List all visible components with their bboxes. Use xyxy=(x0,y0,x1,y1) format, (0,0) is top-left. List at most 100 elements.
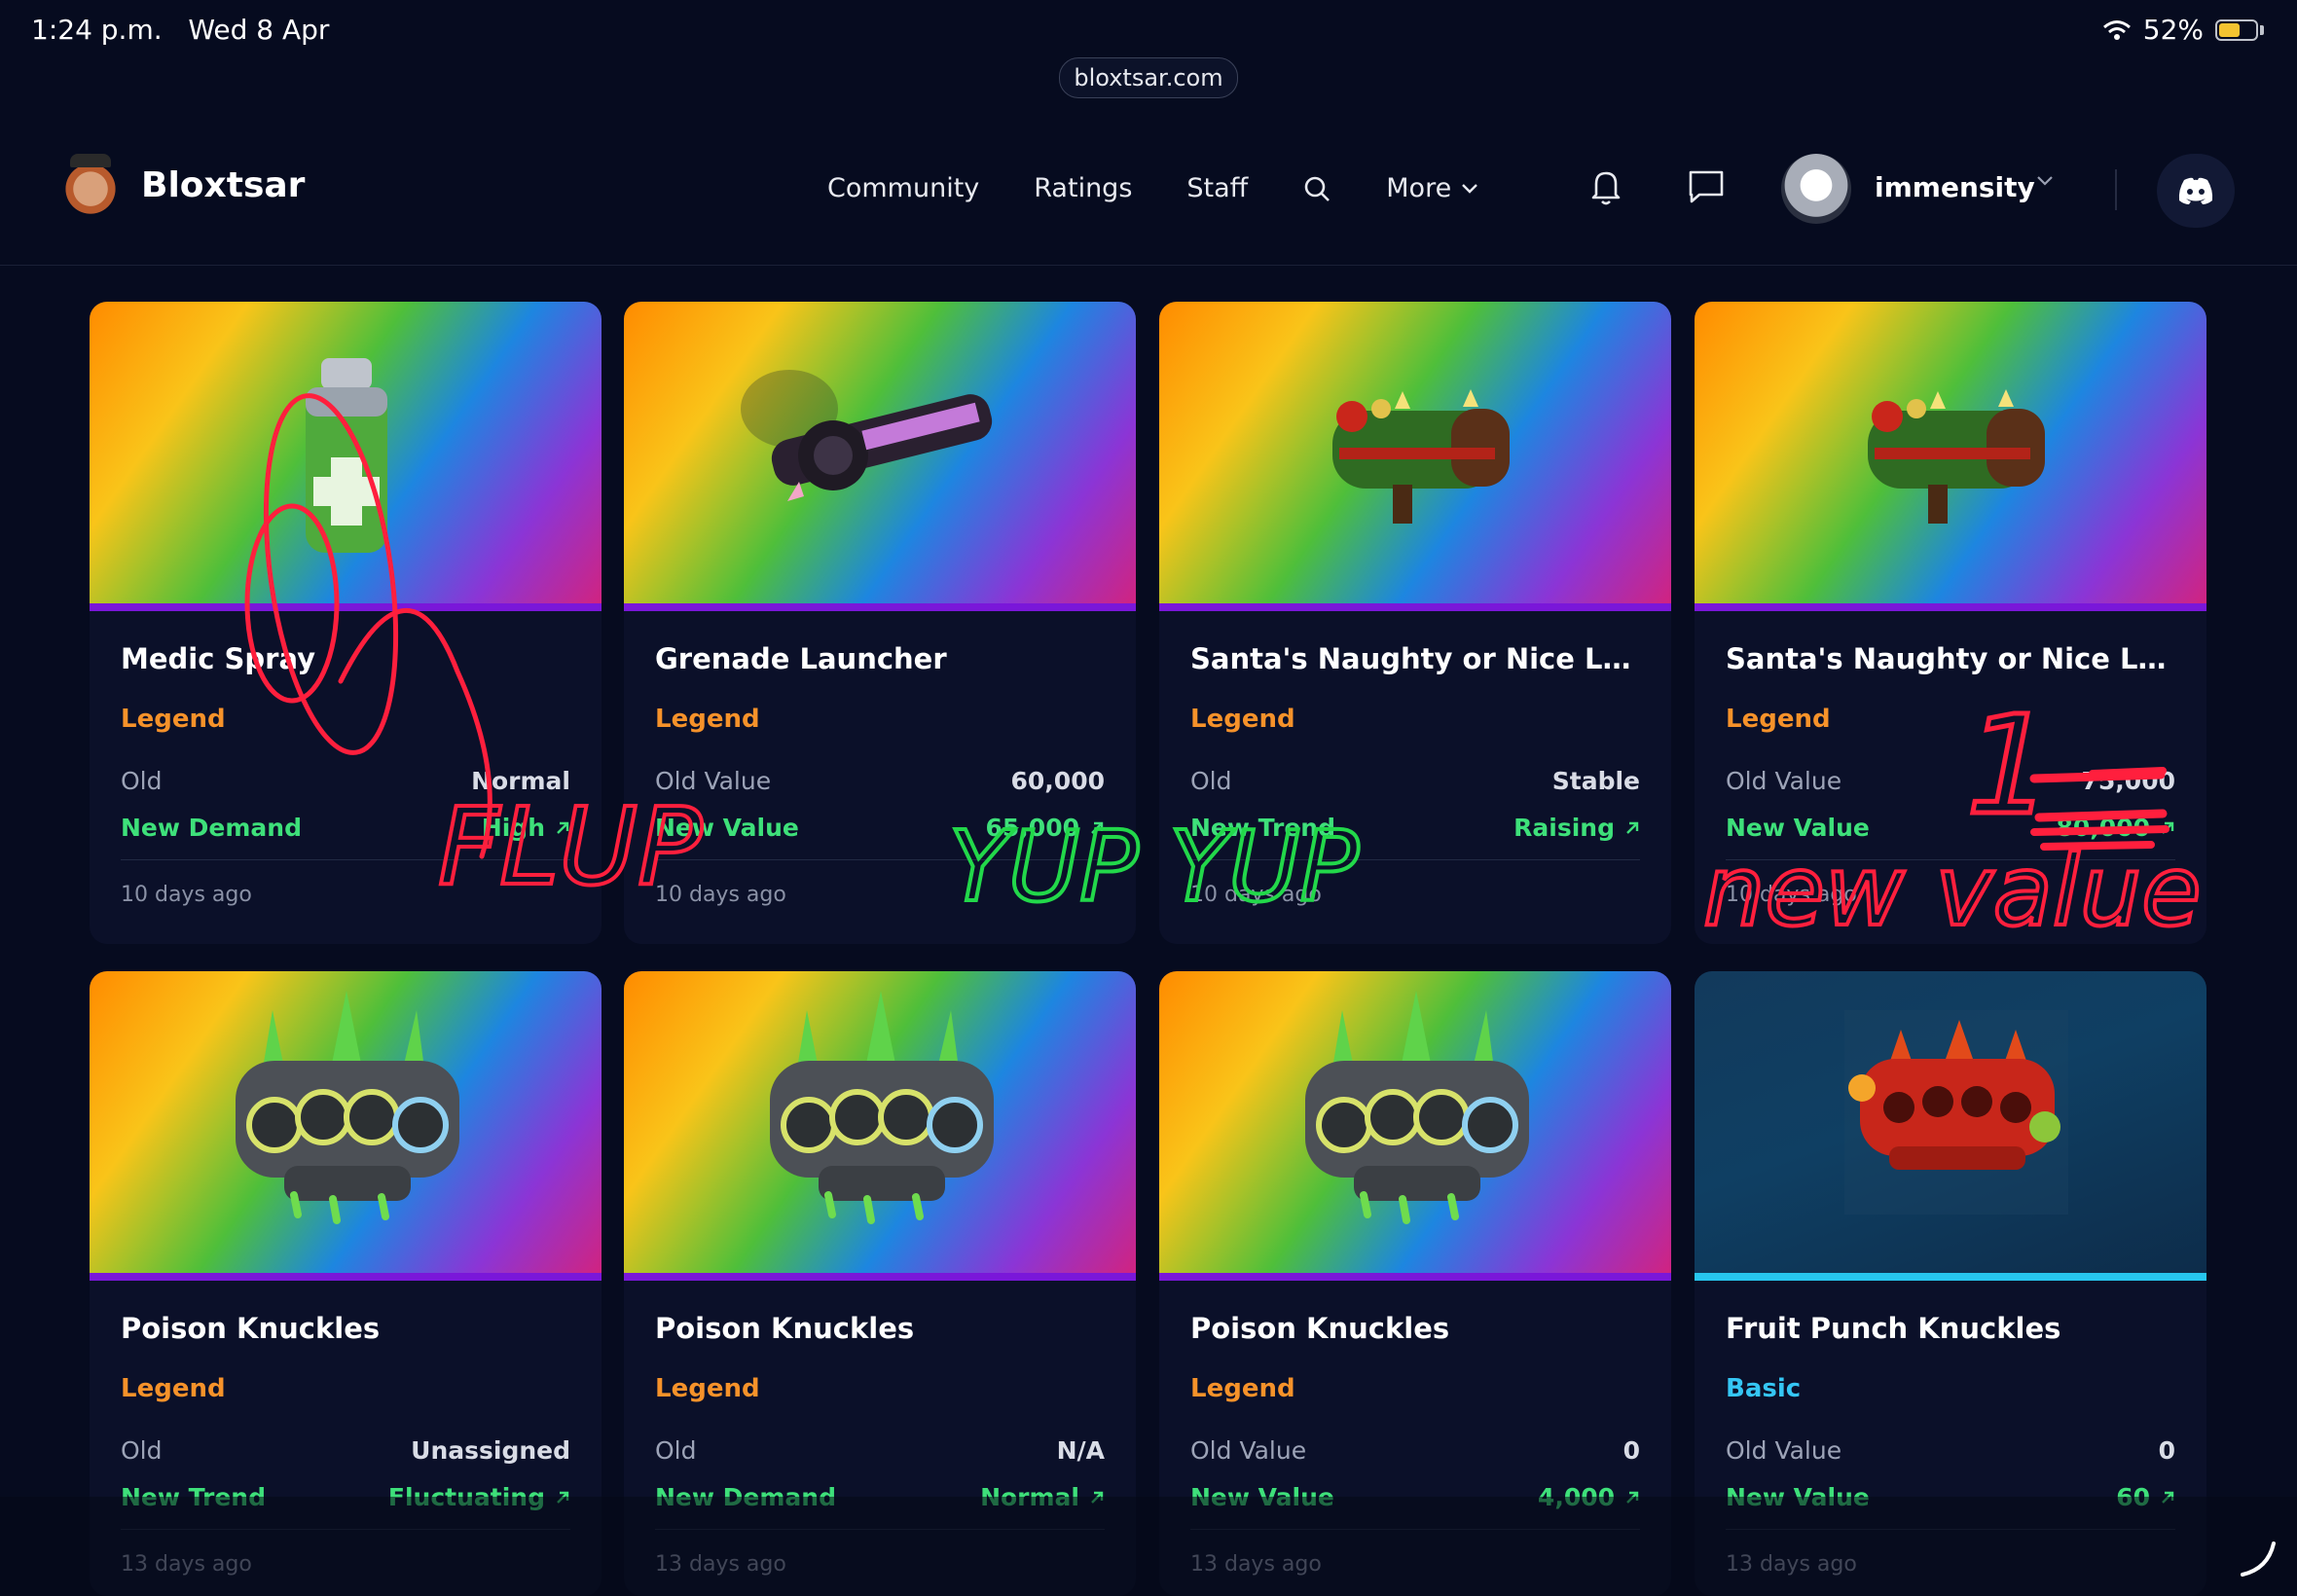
rating-card[interactable]: Fruit Punch Knuckles Basic Old Value 0 New V… xyxy=(1695,971,2206,1596)
rarity-bar xyxy=(1159,603,1671,611)
rarity-bar xyxy=(624,1273,1136,1281)
rarity-label: Legend xyxy=(655,705,760,734)
card-divider xyxy=(1190,859,1640,860)
item-title: Santa's Naughty or Nice Launc... xyxy=(1726,642,2175,675)
scroll-handle-icon[interactable] xyxy=(2239,1540,2278,1578)
new-row: New Demand High xyxy=(121,814,570,842)
new-label: New Value xyxy=(655,814,799,842)
wifi-icon xyxy=(2102,19,2131,40)
old-label: Old Value xyxy=(655,767,772,795)
rating-card[interactable]: Grenade Launcher Legend Old Value 60,000 New… xyxy=(624,302,1136,944)
new-row: New Value 80,000 xyxy=(1726,814,2175,842)
new-value-text: 80,000 xyxy=(2056,814,2150,842)
arrow-up-right-icon xyxy=(2162,1491,2174,1504)
old-row: Old Value 0 xyxy=(1726,1436,2175,1465)
item-image xyxy=(1159,971,1671,1276)
new-value: Raising xyxy=(1513,814,1640,842)
card-divider xyxy=(1726,859,2175,860)
arrow-up-right-icon xyxy=(1626,1491,1639,1504)
old-row: Old Stable xyxy=(1190,767,1640,795)
new-label: New Value xyxy=(1190,1483,1334,1511)
old-label: Old xyxy=(121,767,163,795)
logo-hat xyxy=(70,154,111,167)
user-avatar[interactable] xyxy=(1781,154,1851,224)
timestamp: 13 days ago xyxy=(1726,1552,1857,1577)
new-value: 80,000 xyxy=(2057,814,2175,842)
item-image xyxy=(90,302,602,606)
more-menu[interactable]: More xyxy=(1386,173,1478,203)
new-row: New Value 60 xyxy=(1726,1483,2175,1511)
old-label: Old Value xyxy=(1726,767,1842,795)
rating-card[interactable]: Santa's Naughty or Nice Launc... Legend Ol… xyxy=(1695,302,2206,944)
rating-card[interactable]: Santa's Naughty or Nice Launc... Legend Ol… xyxy=(1159,302,1671,944)
status-time: 1:24 p.m. Wed 8 Apr xyxy=(31,14,329,46)
rating-card[interactable]: Poison Knuckles Legend Old N/A New Demand Nor… xyxy=(624,971,1136,1596)
card-divider xyxy=(655,1529,1105,1530)
clock-time: 1:24 p.m. xyxy=(31,14,163,46)
old-row: Old N/A xyxy=(655,1436,1105,1465)
item-image xyxy=(624,302,1136,606)
old-value: Normal xyxy=(471,767,570,795)
new-label: New Trend xyxy=(1190,814,1335,842)
new-label: New Value xyxy=(1726,1483,1870,1511)
arrow-up-right-icon xyxy=(1091,821,1104,834)
new-value-text: Normal xyxy=(980,1483,1079,1511)
new-row: New Demand Normal xyxy=(655,1483,1105,1511)
rarity-label: Legend xyxy=(121,1374,226,1403)
item-image xyxy=(1695,302,2206,606)
new-value-text: 4,000 xyxy=(1537,1483,1615,1511)
rarity-label: Legend xyxy=(1190,1374,1295,1403)
rarity-bar xyxy=(1695,1273,2206,1281)
arrow-up-right-icon xyxy=(557,1491,569,1504)
item-image xyxy=(624,971,1136,1276)
new-label: New Trend xyxy=(121,1483,266,1511)
rating-card[interactable]: Poison Knuckles Legend Old Unassigned New Tr… xyxy=(90,971,602,1596)
old-label: Old Value xyxy=(1190,1436,1307,1465)
site-header: Bloxtsar Community Ratings Staff More im… xyxy=(0,117,2297,266)
more-label: More xyxy=(1386,173,1452,203)
url-bar[interactable]: bloxtsar.com xyxy=(1059,57,1238,98)
rating-card[interactable]: Poison Knuckles Legend Old Value 0 New Value… xyxy=(1159,971,1671,1596)
new-value-text: Fluctuating xyxy=(387,1483,545,1511)
new-value: Normal xyxy=(980,1483,1105,1511)
rarity-label: Legend xyxy=(1190,705,1295,734)
discord-icon xyxy=(2178,177,2213,204)
timestamp: 13 days ago xyxy=(121,1552,252,1577)
new-value-text: High xyxy=(481,814,545,842)
new-label: New Demand xyxy=(655,1483,836,1511)
chevron-down-icon xyxy=(1462,183,1478,194)
item-title: Medic Spray xyxy=(121,642,316,675)
rarity-bar xyxy=(90,1273,602,1281)
card-divider xyxy=(121,859,570,860)
nav-staff[interactable]: Staff xyxy=(1186,173,1248,203)
item-image xyxy=(1695,971,2206,1276)
username[interactable]: immensity xyxy=(1875,171,2035,203)
timestamp: 13 days ago xyxy=(655,1552,786,1577)
discord-button[interactable] xyxy=(2157,154,2235,228)
chevron-down-icon[interactable] xyxy=(2036,175,2054,187)
new-value: 60 xyxy=(2116,1483,2175,1511)
brand-name[interactable]: Bloxtsar xyxy=(141,165,305,205)
nav-ratings[interactable]: Ratings xyxy=(1034,173,1132,203)
rarity-label: Legend xyxy=(655,1374,760,1403)
old-value: 75,000 xyxy=(2081,767,2175,795)
item-title: Santa's Naughty or Nice Launc... xyxy=(1190,642,1640,675)
item-title: Fruit Punch Knuckles xyxy=(1726,1312,2061,1345)
old-value: Unassigned xyxy=(411,1436,570,1465)
nav-community[interactable]: Community xyxy=(827,173,979,203)
status-bar: 1:24 p.m. Wed 8 Apr 52% xyxy=(0,0,2297,60)
card-divider xyxy=(1190,1529,1640,1530)
timestamp: 10 days ago xyxy=(1726,883,1857,907)
new-label: New Demand xyxy=(121,814,302,842)
bell-icon[interactable] xyxy=(1588,167,1623,206)
old-row: Old Value 60,000 xyxy=(655,767,1105,795)
new-value-text: 65,000 xyxy=(985,814,1079,842)
rarity-bar xyxy=(624,603,1136,611)
search-icon[interactable] xyxy=(1302,174,1331,203)
chat-icon[interactable] xyxy=(1688,167,1725,206)
old-value: 60,000 xyxy=(1010,767,1105,795)
old-value: N/A xyxy=(1056,1436,1105,1465)
new-row: New Trend Raising xyxy=(1190,814,1640,842)
rating-card[interactable]: Medic Spray Legend Old Normal New Demand High… xyxy=(90,302,602,944)
old-label: Old xyxy=(1190,767,1232,795)
